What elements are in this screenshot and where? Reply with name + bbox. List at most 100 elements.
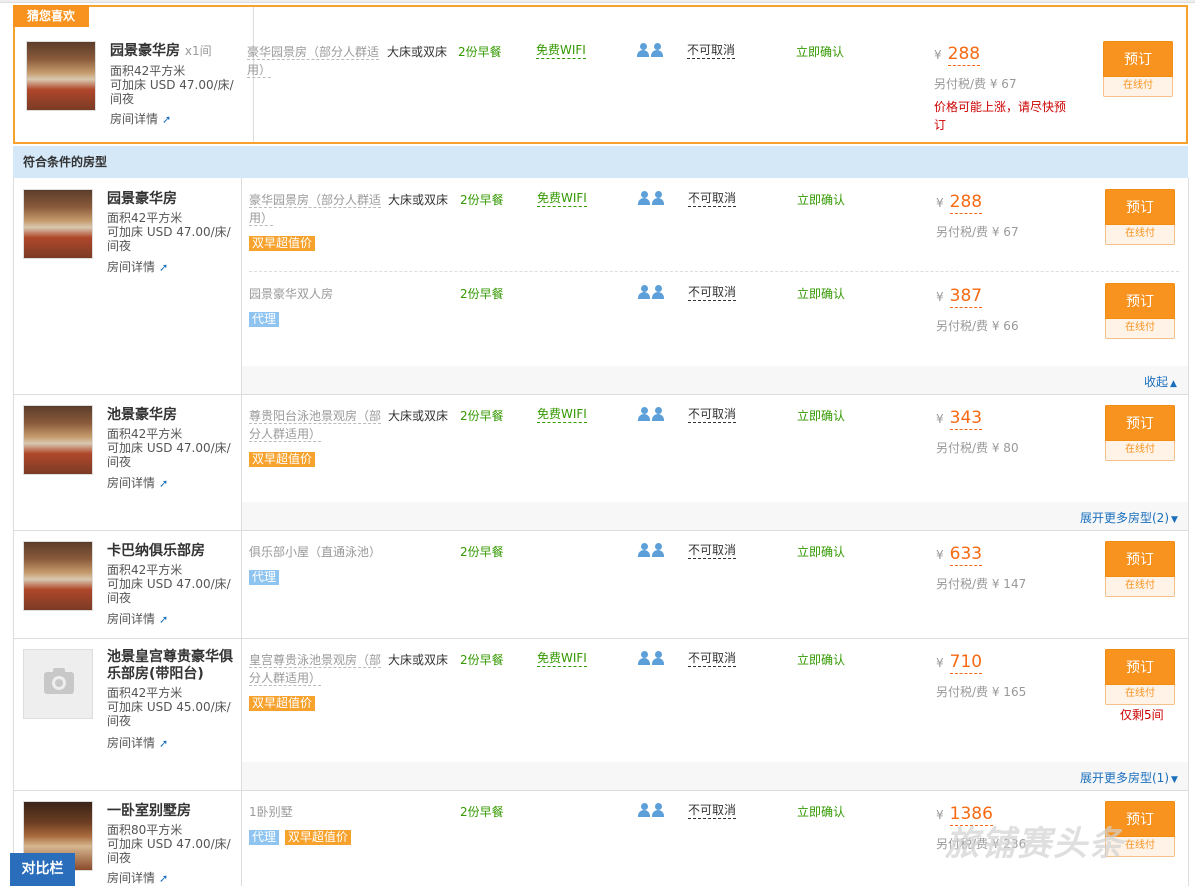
wifi[interactable]: 免费WIFI — [537, 651, 587, 667]
room-extra-bed-2: 间夜 — [107, 851, 132, 865]
featured-room-name[interactable]: 园景豪华房 — [110, 43, 180, 59]
featured-rate-name[interactable]: 豪华园景房（部分人群适 — [247, 45, 380, 60]
featured-price[interactable]: 288 — [947, 44, 981, 66]
room-detail-link[interactable]: 房间详情 ➚ — [107, 734, 168, 751]
tax: 另付税/费 ¥ 165 — [936, 685, 1027, 699]
price[interactable]: 387 — [949, 286, 983, 308]
room-photo[interactable] — [23, 541, 93, 611]
book-button[interactable]: 预订 在线付 — [1105, 405, 1175, 461]
price[interactable]: 633 — [949, 544, 983, 566]
row-separator — [13, 394, 1189, 395]
featured-wifi[interactable]: 免费WIFI — [536, 43, 586, 59]
bed-type: 大床或双床 — [388, 409, 449, 423]
cancel-policy[interactable]: 不可取消 — [688, 651, 737, 667]
room-detail-link[interactable]: 房间详情 ➚ — [107, 474, 168, 491]
cancel-policy[interactable]: 不可取消 — [688, 803, 737, 819]
room-photo-placeholder[interactable] — [23, 649, 93, 719]
rate-name[interactable]: 1卧别墅 — [249, 803, 293, 820]
room-name[interactable]: 一卧室别墅房 — [107, 800, 191, 820]
expand-more-link[interactable]: 展开更多房型(1) ▼ — [1080, 769, 1178, 786]
rate-name[interactable]: 皇宫尊贵泳池景观房（部 — [249, 653, 382, 668]
room-detail-link[interactable]: 房间详情 ➚ — [107, 869, 168, 886]
caret-up-icon: ▲ — [1170, 379, 1177, 389]
room-photo[interactable] — [23, 405, 93, 475]
rooms-remaining: 仅剩5间 — [1120, 708, 1164, 722]
price[interactable]: 343 — [949, 408, 983, 430]
cancel-policy[interactable]: 不可取消 — [688, 543, 737, 559]
confirm: 立即确认 — [797, 193, 846, 207]
cancel-policy[interactable]: 不可取消 — [688, 285, 737, 301]
collapse-link[interactable]: 收起 ▲ — [1144, 373, 1177, 390]
agent-tag: 代理 — [249, 830, 280, 845]
two-people-icon[interactable] — [638, 407, 666, 421]
room-footer — [242, 762, 1188, 790]
room-area: 面积42平方米 — [107, 211, 183, 225]
two-people-icon[interactable] — [638, 285, 666, 299]
room-area: 面积42平方米 — [107, 686, 183, 700]
room-name[interactable]: 卡巴纳俱乐部房 — [107, 540, 205, 560]
value-deal-tag: 双早超值价 — [249, 236, 316, 251]
two-people-icon[interactable] — [637, 43, 665, 57]
featured-extra-bed-2: 间夜 — [110, 92, 135, 106]
book-button[interactable]: 预订 在线付 — [1105, 649, 1175, 705]
rate-name-2[interactable]: 分人群适用） — [249, 427, 322, 442]
cancel-policy[interactable]: 不可取消 — [688, 407, 737, 423]
rate-separator — [249, 271, 1179, 272]
section-title: 符合条件的房型 — [23, 155, 108, 169]
featured-room-qty: x1间 — [184, 44, 212, 58]
featured-badge: 猜您喜欢 — [13, 5, 89, 27]
cancel-policy[interactable]: 不可取消 — [688, 191, 737, 207]
expand-more-link[interactable]: 展开更多房型(2) ▼ — [1080, 509, 1178, 526]
page: { "featured": { "badge": "猜您喜欢", "room_n… — [0, 0, 1195, 886]
featured-cancel-policy[interactable]: 不可取消 — [687, 43, 736, 59]
tax: 另付税/费 ¥ 80 — [936, 441, 1019, 455]
rate-name[interactable]: 尊贵阳台泳池景观房（部 — [249, 409, 382, 424]
room-extra-bed: 可加床 USD 45.00/床/ — [107, 700, 231, 714]
bed-type: 大床或双床 — [388, 653, 449, 667]
value-deal-tag: 双早超值价 — [249, 696, 316, 711]
price[interactable]: 710 — [949, 652, 983, 674]
room-area: 面积80平方米 — [107, 823, 183, 837]
two-people-icon[interactable] — [638, 543, 666, 557]
room-name[interactable]: 园景豪华房 — [107, 188, 177, 208]
featured-detail-link[interactable]: 房间详情 ➚ — [110, 110, 171, 127]
rate-name-2[interactable]: 分人群适用） — [249, 671, 322, 686]
currency-symbol: ¥ — [936, 656, 944, 670]
rate-name[interactable]: 俱乐部小屋（直通泳池） — [249, 543, 381, 560]
wifi[interactable]: 免费WIFI — [537, 191, 587, 207]
book-button[interactable]: 预订 在线付 — [1105, 189, 1175, 245]
external-arrow-icon: ➚ — [159, 261, 169, 274]
room-name[interactable]: 池景豪华房 — [107, 404, 177, 424]
featured-price-warning-2: 订 — [934, 118, 947, 132]
list-right-border — [1188, 178, 1189, 886]
room-detail-link[interactable]: 房间详情 ➚ — [107, 258, 168, 275]
featured-extra-bed: 可加床 USD 47.00/床/ — [110, 78, 234, 92]
room-photo[interactable] — [23, 189, 93, 259]
featured-rate-name-2[interactable]: 用） — [247, 63, 272, 78]
confirm: 立即确认 — [797, 805, 846, 819]
wifi[interactable]: 免费WIFI — [537, 407, 587, 423]
external-arrow-icon: ➚ — [159, 477, 169, 490]
currency-symbol: ¥ — [936, 548, 944, 562]
price[interactable]: 288 — [949, 192, 983, 214]
agent-tag: 代理 — [249, 570, 280, 585]
room-detail-link[interactable]: 房间详情 ➚ — [107, 610, 168, 627]
room-extra-bed: 可加床 USD 47.00/床/ — [107, 441, 231, 455]
row-separator — [13, 638, 1189, 639]
book-button[interactable]: 预订 在线付 — [1105, 541, 1175, 597]
book-button[interactable]: 预订 在线付 — [1105, 283, 1175, 339]
rate-name-2[interactable]: 用） — [249, 211, 274, 226]
rate-name[interactable]: 园景豪华双人房 — [249, 285, 333, 302]
room-name[interactable]: 池景皇宫尊贵豪华俱 乐部房(带阳台) — [107, 649, 233, 683]
rate-name[interactable]: 豪华园景房（部分人群适 — [249, 193, 382, 208]
two-people-icon[interactable] — [638, 191, 666, 205]
room-photo[interactable] — [26, 41, 96, 111]
featured-book-button[interactable]: 预订 在线付 — [1103, 41, 1173, 97]
two-people-icon[interactable] — [638, 803, 666, 817]
compare-bar-button[interactable]: 对比栏 — [10, 853, 75, 886]
tax: 另付税/费 ¥ 67 — [936, 225, 1019, 239]
two-people-icon[interactable] — [638, 651, 666, 665]
row-separator — [13, 790, 1189, 791]
room-extra-bed-2: 间夜 — [107, 455, 132, 469]
value-deal-tag: 双早超值价 — [249, 452, 316, 467]
